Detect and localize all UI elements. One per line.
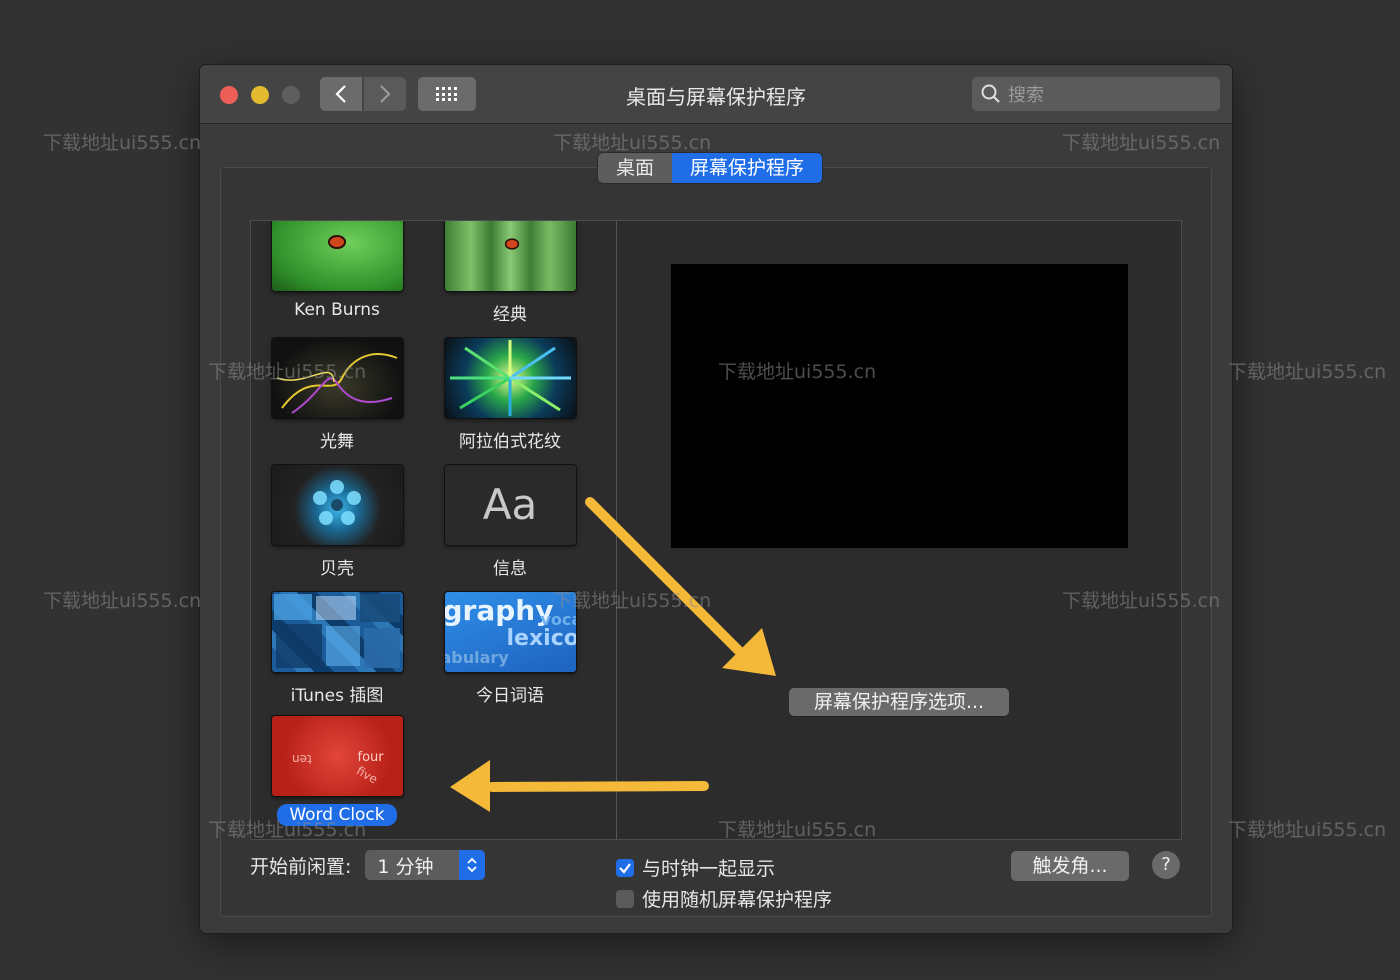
- watermark-text: 下载地址ui555.cn: [1228, 361, 1387, 383]
- saver-shell[interactable]: 贝壳: [262, 465, 412, 580]
- shell-pattern-icon: [312, 480, 361, 525]
- saver-label: 今日词语: [476, 686, 544, 706]
- screensaver-list[interactable]: Ken Burns 经典 光舞 阿拉伯式花纹 贝壳 Aa 信息 iTunes 插…: [250, 220, 618, 840]
- word-clock-thumbnail: four ten five: [271, 716, 403, 796]
- arabesque-thumbnail: [444, 338, 576, 418]
- itunes-artwork-thumbnail: [271, 592, 403, 672]
- shell-thumbnail: [271, 465, 403, 545]
- saver-flurry[interactable]: 光舞: [262, 338, 412, 453]
- light-streaks-icon: [276, 353, 397, 414]
- preferences-window: 桌面与屏幕保护程序 搜索 桌面 屏幕保护程序 Ken Burns 经典 光舞 阿…: [200, 65, 1232, 933]
- hot-corners-button[interactable]: 触发角...: [1011, 851, 1129, 881]
- show-with-clock-row[interactable]: 与时钟一起显示: [616, 854, 775, 881]
- updown-chevron-icon: [459, 850, 486, 880]
- watermark-text: 下载地址ui555.cn: [43, 132, 202, 154]
- flurry-thumbnail: [271, 338, 403, 418]
- saver-itunes-artwork[interactable]: iTunes 插图: [262, 592, 412, 707]
- word-of-day-thumbnail: graphy voca lexicog abulary: [444, 592, 576, 672]
- idle-label: 开始前闲置:: [250, 855, 352, 878]
- watermark-text: 下载地址ui555.cn: [1228, 819, 1387, 841]
- help-button[interactable]: ?: [1152, 851, 1180, 879]
- word-line: abulary: [444, 648, 509, 667]
- idle-time-row: 开始前闲置: 1 分钟: [250, 850, 486, 880]
- random-saver-checkbox[interactable]: [616, 889, 634, 908]
- tab-screensaver[interactable]: 屏幕保护程序: [672, 153, 823, 183]
- search-icon: [980, 83, 1002, 105]
- saver-label: iTunes 插图: [290, 686, 384, 706]
- word-line: graphy: [444, 594, 554, 627]
- clock-word: five: [353, 763, 380, 787]
- saver-label: 贝壳: [320, 559, 354, 579]
- watermark-text: 下载地址ui555.cn: [43, 590, 202, 612]
- album-collage-icon: [273, 594, 400, 668]
- message-thumbnail: Aa: [444, 465, 576, 545]
- classic-thumbnail: [444, 221, 576, 291]
- checkmark-icon: [619, 862, 631, 874]
- tab-desktop[interactable]: 桌面: [598, 153, 673, 183]
- saver-label: Ken Burns: [294, 300, 380, 320]
- saver-label: 信息: [493, 559, 527, 579]
- idle-time-value: 1 分钟: [377, 855, 434, 878]
- preview-screen: [671, 264, 1128, 548]
- title-bar: 桌面与屏幕保护程序 搜索: [200, 65, 1232, 124]
- saver-ken-burns[interactable]: Ken Burns: [262, 221, 412, 321]
- ladybug-icon: [504, 238, 519, 250]
- word-line: lexicog: [506, 626, 576, 651]
- preview-area: 屏幕保护程序选项...: [616, 220, 1182, 840]
- ken-burns-thumbnail: [271, 221, 403, 291]
- show-with-clock-label: 与时钟一起显示: [642, 858, 776, 880]
- search-field[interactable]: 搜索: [972, 77, 1220, 111]
- clock-word: ten: [291, 752, 312, 766]
- burst-icon: [449, 340, 571, 416]
- saver-label-selected: Word Clock: [277, 804, 397, 826]
- saver-arabesque[interactable]: 阿拉伯式花纹: [435, 338, 585, 453]
- search-placeholder: 搜索: [1008, 85, 1044, 106]
- screensaver-options-button[interactable]: 屏幕保护程序选项...: [789, 688, 1009, 716]
- show-with-clock-checkbox[interactable]: [616, 858, 634, 877]
- saver-classic[interactable]: 经典: [435, 221, 585, 326]
- saver-message[interactable]: Aa 信息: [435, 465, 585, 580]
- tab-bar: 桌面 屏幕保护程序: [598, 153, 823, 183]
- ladybug-icon: [327, 235, 346, 249]
- saver-word-clock[interactable]: four ten five Word Clock: [262, 716, 412, 826]
- saver-label: 阿拉伯式花纹: [459, 432, 561, 452]
- saver-label: 光舞: [320, 432, 354, 452]
- saver-word-of-the-day[interactable]: graphy voca lexicog abulary 今日词语: [435, 592, 585, 707]
- random-saver-row[interactable]: 使用随机屏幕保护程序: [616, 885, 832, 912]
- idle-time-popup[interactable]: 1 分钟: [365, 850, 486, 880]
- random-saver-label: 使用随机屏幕保护程序: [642, 889, 833, 911]
- saver-label: 经典: [493, 305, 527, 325]
